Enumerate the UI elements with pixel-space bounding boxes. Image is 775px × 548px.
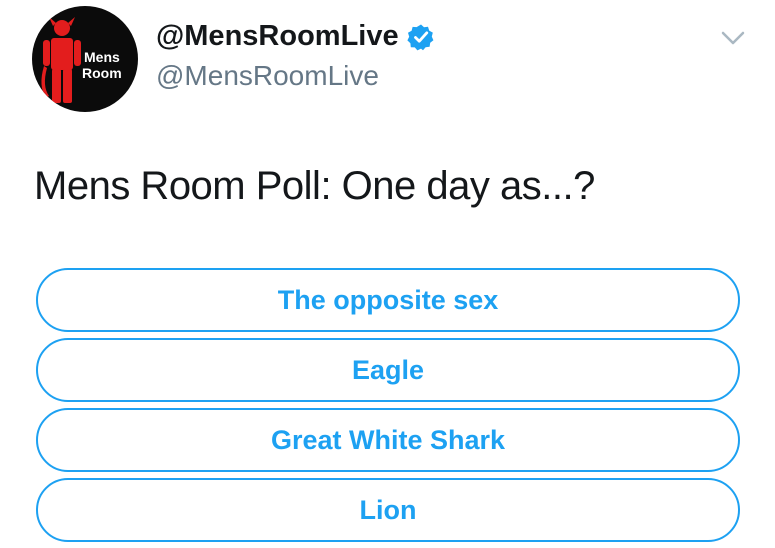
chevron-down-icon[interactable] (718, 26, 748, 50)
poll-option-4[interactable]: Lion (36, 478, 740, 542)
poll-option-label: Eagle (351, 354, 425, 385)
mens-room-logo: Mens Room (41, 17, 122, 103)
avatar[interactable]: Mens Room (32, 6, 138, 112)
poll-option-2[interactable]: Eagle (36, 338, 740, 402)
handle[interactable]: @MensRoomLive (156, 58, 379, 94)
poll-option-label: The opposite sex (277, 284, 499, 315)
verified-badge-icon (406, 22, 435, 51)
poll: The opposite sex Eagle Great White Shark… (36, 268, 740, 548)
avatar-line2: Room (82, 65, 122, 81)
avatar-line1: Mens (84, 49, 120, 65)
poll-option-label: Lion (359, 494, 417, 525)
tweet-text: Mens Room Poll: One day as...? (34, 164, 595, 208)
display-name-text: @MensRoomLive (156, 20, 399, 52)
poll-option-3[interactable]: Great White Shark (36, 408, 740, 472)
display-name[interactable]: @MensRoomLive (156, 16, 435, 56)
poll-option-label: Great White Shark (270, 424, 506, 455)
poll-option-1[interactable]: The opposite sex (36, 268, 740, 332)
